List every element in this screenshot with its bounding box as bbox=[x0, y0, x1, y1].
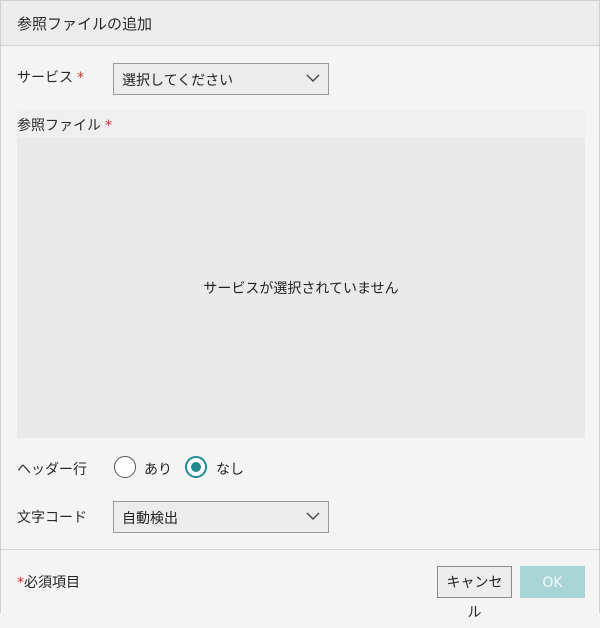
dialog-footer: *必須項目 キャンセル OK bbox=[1, 549, 599, 621]
header-row-label: ヘッダー行 bbox=[17, 462, 87, 478]
dialog-title: 参照ファイルの追加 bbox=[17, 15, 153, 33]
header-row-yes-radio[interactable] bbox=[114, 456, 136, 478]
no-service-message: サービスが選択されていません bbox=[203, 281, 399, 297]
service-select[interactable]: 選択してください bbox=[113, 63, 329, 95]
ok-button[interactable]: OK bbox=[520, 566, 585, 598]
required-fields-note: *必須項目 bbox=[17, 572, 80, 592]
encoding-select[interactable]: 自動検出 bbox=[113, 501, 329, 533]
cancel-button[interactable]: キャンセル bbox=[437, 566, 512, 621]
encoding-select-value: 自動検出 bbox=[122, 511, 178, 527]
chevron-down-icon bbox=[306, 512, 320, 520]
reference-file-label: 参照ファイル * bbox=[17, 115, 112, 135]
chevron-down-icon bbox=[306, 74, 320, 82]
reference-file-area[interactable]: サービスが選択されていません bbox=[17, 111, 585, 438]
service-label-text: サービス bbox=[17, 70, 73, 86]
dialog-titlebar: 参照ファイルの追加 bbox=[1, 1, 599, 46]
add-reference-file-dialog: 参照ファイルの追加 サービス * 選択してください 参照ファイル * サービスが選択… bbox=[0, 0, 600, 621]
header-row-yes-label[interactable]: あり bbox=[144, 459, 172, 479]
reference-file-required-mark: * bbox=[105, 118, 112, 134]
required-note-mark: * bbox=[17, 575, 24, 591]
header-row-no-radio[interactable] bbox=[185, 456, 207, 478]
required-note-text: 必須項目 bbox=[24, 575, 80, 591]
encoding-label: 文字コード bbox=[17, 510, 87, 526]
service-select-value: 選択してください bbox=[122, 73, 234, 89]
reference-file-label-text: 参照ファイル bbox=[17, 118, 101, 134]
service-required-mark: * bbox=[77, 70, 84, 86]
header-row-no-label[interactable]: なし bbox=[216, 459, 244, 479]
service-label: サービス * bbox=[17, 67, 84, 87]
